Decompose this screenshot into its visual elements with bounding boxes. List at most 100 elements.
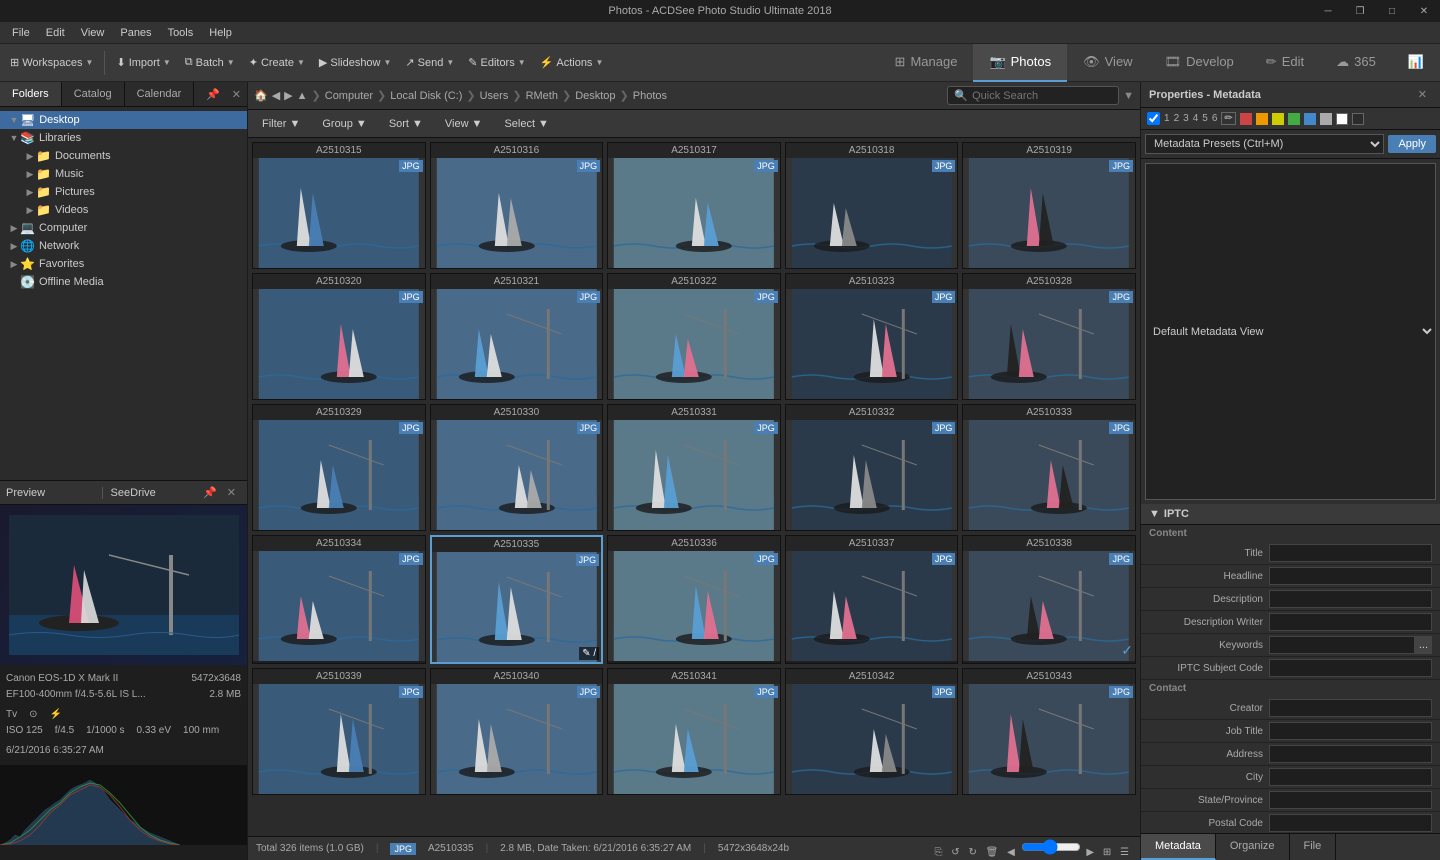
- photo-item-A2510334[interactable]: A2510334 JPG: [252, 535, 426, 664]
- color-red[interactable]: [1240, 113, 1252, 125]
- color-none[interactable]: [1352, 113, 1364, 125]
- workspaces-button[interactable]: ⊞ Workspaces ▼: [4, 53, 99, 72]
- zoom-slider[interactable]: [1021, 839, 1081, 855]
- close-button[interactable]: ✕: [1408, 0, 1440, 22]
- search-options-button[interactable]: ▼: [1123, 90, 1134, 102]
- meta-input-keywords[interactable]: [1269, 636, 1415, 654]
- file-bottom-tab[interactable]: File: [1290, 834, 1337, 860]
- photo-item-A2510332[interactable]: A2510332 JPG: [785, 404, 959, 531]
- photo-item-A2510317[interactable]: A2510317 JPG: [607, 142, 781, 269]
- tab-view[interactable]: 👁 View: [1067, 44, 1148, 82]
- photo-item-A2510341[interactable]: A2510341 JPG: [607, 668, 781, 795]
- tab-stats[interactable]: 📊: [1392, 44, 1440, 82]
- photo-item-A2510319[interactable]: A2510319 JPG: [962, 142, 1136, 269]
- view-button[interactable]: View ▼: [437, 116, 491, 132]
- tree-item-network[interactable]: ▶ 🌐 Network: [0, 237, 247, 255]
- tree-item-offline[interactable]: ▶ 💽 Offline Media: [0, 273, 247, 291]
- meta-input-creator[interactable]: [1269, 699, 1432, 717]
- restore-button[interactable]: ❐: [1344, 0, 1376, 22]
- photo-item-A2510335[interactable]: A2510335 JPG ✎ /: [430, 535, 604, 664]
- actions-button[interactable]: ⚡ Actions ▼: [534, 53, 610, 72]
- tree-item-videos[interactable]: ▶ 📁 Videos: [0, 201, 247, 219]
- delete-icon[interactable]: 🗑: [986, 847, 999, 858]
- tab-develop[interactable]: 🎞 Develop: [1149, 44, 1250, 82]
- photo-item-A2510343[interactable]: A2510343 JPG: [962, 668, 1136, 795]
- rotate-left-icon[interactable]: ↺: [951, 847, 959, 858]
- close-properties-button[interactable]: ✕: [1413, 86, 1432, 103]
- import-button[interactable]: ⬇ Import ▼: [110, 53, 176, 72]
- photo-item-A2510318[interactable]: A2510318 JPG: [785, 142, 959, 269]
- tab-365[interactable]: ☁ 365: [1320, 44, 1392, 82]
- nav-home-icon[interactable]: 🏠: [254, 89, 268, 102]
- tree-item-pictures[interactable]: ▶ 📁 Pictures: [0, 183, 247, 201]
- toggle-network[interactable]: ▶: [8, 241, 20, 252]
- breadcrumb-photos[interactable]: Photos: [633, 90, 667, 102]
- detail-view-icon[interactable]: ☰: [1120, 847, 1129, 858]
- color-yellow[interactable]: [1272, 113, 1284, 125]
- photo-item-A2510328[interactable]: A2510328 JPG: [962, 273, 1136, 400]
- nav-forward-icon[interactable]: ▶: [284, 89, 292, 102]
- window-controls[interactable]: ─ ❐ □ ✕: [1312, 0, 1440, 22]
- photo-item-A2510329[interactable]: A2510329 JPG: [252, 404, 426, 531]
- breadcrumb-users[interactable]: Users: [480, 90, 509, 102]
- meta-input-state-province[interactable]: [1269, 791, 1432, 809]
- metadata-preset-select[interactable]: Metadata Presets (Ctrl+M): [1145, 134, 1384, 154]
- photo-item-A2510339[interactable]: A2510339 JPG: [252, 668, 426, 795]
- organize-bottom-tab[interactable]: Organize: [1216, 834, 1290, 860]
- toggle-favorites[interactable]: ▶: [8, 259, 20, 270]
- photo-item-A2510333[interactable]: A2510333 JPG: [962, 404, 1136, 531]
- group-button[interactable]: Group ▼: [314, 116, 374, 132]
- meta-input-iptc-subject-code[interactable]: [1269, 659, 1432, 677]
- batch-button[interactable]: ⧉ Batch ▼: [179, 53, 241, 72]
- nav-back-icon[interactable]: ◀: [272, 89, 280, 102]
- meta-input-job-title[interactable]: [1269, 722, 1432, 740]
- metadata-bottom-tab[interactable]: Metadata: [1141, 834, 1216, 860]
- color-gray[interactable]: [1320, 113, 1332, 125]
- tree-item-music[interactable]: ▶ 📁 Music: [0, 165, 247, 183]
- slideshow-button[interactable]: ▶ Slideshow ▼: [313, 53, 398, 72]
- toggle-videos[interactable]: ▶: [24, 205, 36, 216]
- breadcrumb-rmeth[interactable]: RMeth: [526, 90, 558, 102]
- photo-item-A2510331[interactable]: A2510331 JPG: [607, 404, 781, 531]
- toggle-documents[interactable]: ▶: [24, 151, 36, 162]
- menu-item-help[interactable]: Help: [201, 25, 240, 41]
- filter-button[interactable]: Filter ▼: [254, 116, 308, 132]
- meta-input-address[interactable]: [1269, 745, 1432, 763]
- close-preview-button[interactable]: ✕: [222, 484, 241, 501]
- photo-item-A2510330[interactable]: A2510330 JPG: [430, 404, 604, 531]
- color-green[interactable]: [1288, 113, 1300, 125]
- iptc-header[interactable]: ▼ IPTC: [1141, 504, 1440, 525]
- menu-item-edit[interactable]: Edit: [38, 25, 73, 41]
- color-orange[interactable]: [1256, 113, 1268, 125]
- meta-input-description-writer[interactable]: [1269, 613, 1432, 631]
- tree-item-documents[interactable]: ▶ 📁 Documents: [0, 147, 247, 165]
- meta-input-city[interactable]: [1269, 768, 1432, 786]
- tab-edit[interactable]: ✏ Edit: [1250, 44, 1320, 82]
- grid-view-icon[interactable]: ⊞: [1103, 847, 1111, 858]
- copy-icon[interactable]: ⎘: [935, 847, 943, 858]
- toggle-music[interactable]: ▶: [24, 169, 36, 180]
- menu-item-view[interactable]: View: [73, 25, 113, 41]
- breadcrumb-desktop[interactable]: Desktop: [575, 90, 615, 102]
- tree-item-computer[interactable]: ▶ 💻 Computer: [0, 219, 247, 237]
- toggle-pictures[interactable]: ▶: [24, 187, 36, 198]
- photo-item-A2510323[interactable]: A2510323 JPG: [785, 273, 959, 400]
- nav-up-icon[interactable]: ▲: [297, 90, 308, 102]
- metadata-view-select[interactable]: Default Metadata View: [1145, 163, 1436, 500]
- breadcrumb-localdisk[interactable]: Local Disk (C:): [390, 90, 462, 102]
- select-button[interactable]: Select ▼: [496, 116, 556, 132]
- photo-item-A2510322[interactable]: A2510322 JPG: [607, 273, 781, 400]
- slider-right[interactable]: ▶: [1086, 847, 1094, 858]
- toggle-computer[interactable]: ▶: [8, 223, 20, 234]
- catalog-tab[interactable]: Catalog: [62, 82, 125, 106]
- photo-item-A2510320[interactable]: A2510320 JPG: [252, 273, 426, 400]
- meta-input-title[interactable]: [1269, 544, 1432, 562]
- toggle-desktop[interactable]: ▼: [8, 115, 20, 125]
- keywords-dots-button[interactable]: ...: [1415, 636, 1432, 654]
- create-button[interactable]: ✦ Create ▼: [243, 53, 311, 72]
- maximize-button[interactable]: □: [1376, 0, 1408, 22]
- meta-input-postal-code[interactable]: [1269, 814, 1432, 832]
- tree-item-favorites[interactable]: ▶ ⭐ Favorites: [0, 255, 247, 273]
- photo-item-A2510342[interactable]: A2510342 JPG: [785, 668, 959, 795]
- color-blue[interactable]: [1304, 113, 1316, 125]
